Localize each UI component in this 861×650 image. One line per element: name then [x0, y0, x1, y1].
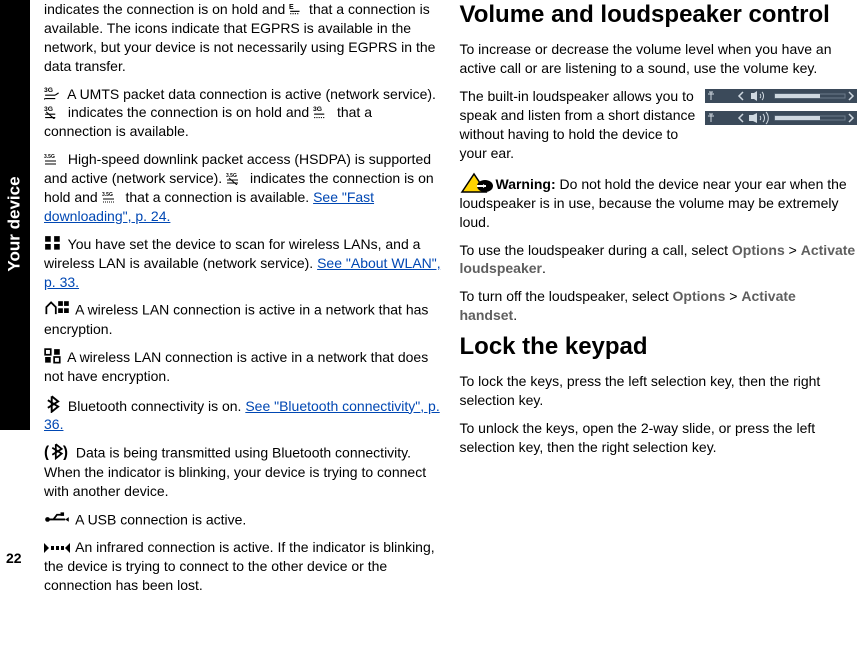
egprs-available-icon: E — [289, 2, 303, 16]
svg-text:(: ( — [44, 445, 50, 460]
left-column: indicates the connection is on hold and … — [44, 0, 442, 644]
svg-text:): ) — [63, 445, 68, 460]
bluetooth-data-icon: () — [44, 443, 70, 457]
heading-lock-keypad: Lock the keypad — [460, 334, 858, 360]
warning-label: Warning: — [496, 176, 556, 192]
hsdpa-active-icon: 3.5G — [44, 152, 62, 166]
wlan-encrypted-icon — [44, 300, 70, 314]
para-activate-handset: To turn off the loudspeaker, select Opti… — [460, 287, 858, 325]
umts-active-icon: 3G — [44, 85, 62, 99]
wlan-scan-icon — [44, 235, 62, 249]
options-label: Options — [732, 242, 785, 258]
para-unlock: To unlock the keys, open the 2-way slide… — [460, 419, 858, 457]
umts-hold-icon: 3G — [44, 104, 62, 118]
side-tab: Your device — [0, 0, 30, 430]
umts-available-icon: 3G — [313, 104, 331, 118]
volume-bar-ear-icon — [705, 89, 857, 103]
content-columns: indicates the connection is on hold and … — [44, 0, 857, 644]
svg-text:3G: 3G — [313, 105, 322, 112]
para-volume-key: To increase or decrease the volume level… — [460, 40, 858, 78]
right-column: Volume and loudspeaker control To increa… — [460, 0, 858, 644]
heading-volume: Volume and loudspeaker control — [460, 2, 858, 28]
para-egprs: indicates the connection is on hold and … — [44, 0, 442, 76]
warning-icon — [460, 172, 494, 194]
para-wlan-encrypted: A wireless LAN connection is active in a… — [44, 300, 442, 338]
options-label-2: Options — [673, 288, 726, 304]
svg-text:3.5G: 3.5G — [44, 154, 55, 160]
svg-text:3G: 3G — [44, 105, 53, 112]
svg-text:3G: 3G — [44, 87, 53, 94]
para-infrared: An infrared connection is active. If the… — [44, 538, 442, 595]
para-wlan-scan: You have set the device to scan for wire… — [44, 235, 442, 292]
wlan-open-icon — [44, 348, 62, 362]
volume-bar-speaker-icon — [705, 111, 857, 125]
volume-indicator-image — [705, 89, 857, 133]
svg-text:3.5G: 3.5G — [102, 192, 113, 198]
hsdpa-available-icon: 3.5G — [102, 190, 120, 204]
svg-text:E: E — [289, 4, 294, 11]
bluetooth-icon — [44, 395, 62, 409]
usb-icon — [44, 510, 70, 524]
para-activate-loud: To use the loudspeaker during a call, se… — [460, 241, 858, 279]
side-tab-label: Your device — [4, 176, 27, 271]
para-umts: 3G A UMTS packet data connection is acti… — [44, 85, 442, 142]
para-lock: To lock the keys, press the left selecti… — [460, 372, 858, 410]
para-warning: Warning: Do not hold the device near you… — [460, 172, 858, 232]
page-number: 22 — [6, 549, 22, 568]
para-bluetooth-on: Bluetooth connectivity is on. See "Bluet… — [44, 395, 442, 435]
para-usb: A USB connection is active. — [44, 510, 442, 529]
hsdpa-hold-icon: 3.5G — [226, 171, 244, 185]
para-hsdpa: 3.5G High-speed downlink packet access (… — [44, 150, 442, 226]
para-bluetooth-data: () Data is being transmitted using Bluet… — [44, 443, 442, 500]
para-wlan-open: A wireless LAN connection is active in a… — [44, 348, 442, 386]
infrared-icon — [44, 540, 70, 554]
svg-text:3.5G: 3.5G — [226, 173, 237, 179]
